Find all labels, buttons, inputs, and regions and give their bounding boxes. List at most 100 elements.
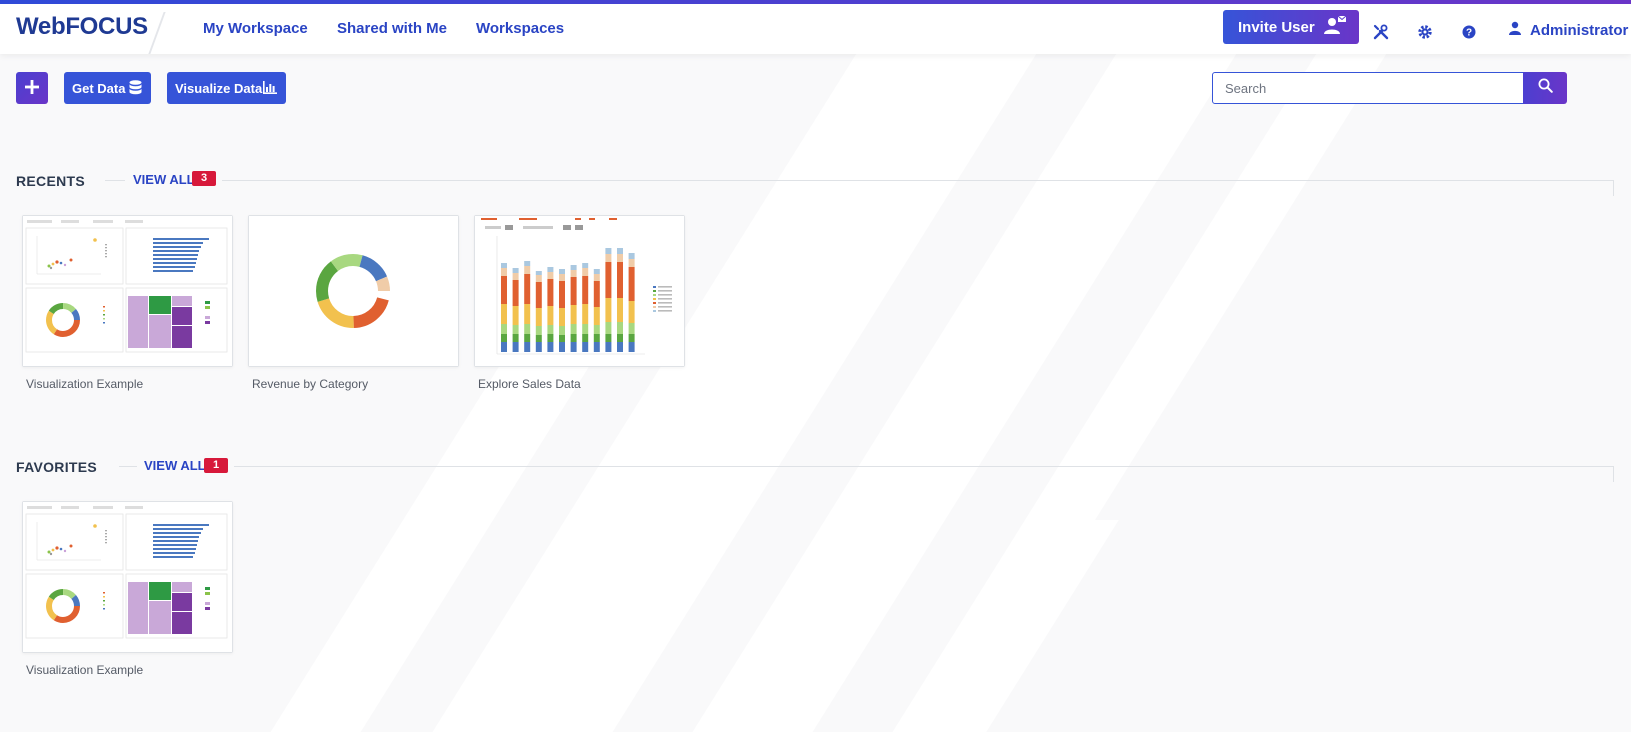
favorites-view-all-link[interactable]: VIEW ALL: [144, 458, 206, 473]
thumbnail-bar-segment: [593, 342, 600, 352]
search-icon: [1538, 78, 1553, 98]
thumbnail-bar-segment: [547, 325, 554, 334]
thumbnail-bar-segment: [535, 282, 542, 308]
thumbnail-bar-segment: [547, 306, 554, 325]
search-input[interactable]: [1212, 72, 1524, 104]
thumbnail-bar-segment: [501, 342, 507, 352]
thumbnail-bar-segment: [593, 269, 600, 274]
thumbnail-bar-segment: [570, 342, 577, 352]
recents-view-all-link[interactable]: VIEW ALL: [133, 172, 195, 187]
thumbnail-bar-segment: [512, 306, 519, 325]
recent-card-label[interactable]: Revenue by Category: [252, 377, 368, 391]
thumbnail-bar-segment: [547, 279, 554, 306]
recent-card-revenue-by-category[interactable]: [248, 215, 459, 367]
user-name: Administrator: [1530, 21, 1629, 39]
thumbnail-bar-segment: [628, 267, 635, 301]
top-accent-bar: [0, 0, 1631, 4]
thumbnail-bar-segment: [501, 324, 507, 334]
favorites-heading: FAVORITES: [16, 459, 98, 475]
thumbnail-bar-segment: [570, 305, 577, 324]
thumbnail-bar-segment: [512, 342, 519, 352]
recents-count-badge: 3: [192, 171, 216, 186]
thumbnail-bar-segment: [617, 248, 623, 254]
thumbnail-bar-segment: [547, 267, 554, 272]
help-icon[interactable]: ?: [1461, 24, 1479, 42]
header: WebFOCUS My Workspace Shared with Me Wor…: [0, 4, 1631, 54]
thumbnail-bar-segment: [582, 268, 589, 276]
thumbnail-bar-segment: [501, 304, 507, 324]
thumbnail-bar-segment: [628, 253, 635, 259]
user-menu[interactable]: Administrator: [1508, 21, 1628, 39]
dashboard-thumbnail: [23, 502, 232, 652]
plus-icon: [25, 79, 39, 97]
search-button[interactable]: [1523, 72, 1567, 104]
favorite-card-visualization-example[interactable]: [22, 501, 233, 653]
visualize-data-button[interactable]: Visualize Data: [167, 72, 286, 104]
nav-workspaces[interactable]: Workspaces: [476, 20, 564, 37]
thumbnail-bar-segment: [501, 276, 507, 304]
thumbnail-bar-segment: [593, 274, 600, 281]
visualize-data-label: Visualize Data: [175, 80, 263, 96]
thumbnail-bar-segment: [559, 335, 565, 342]
recent-card-explore-sales-data[interactable]: [474, 215, 685, 367]
database-icon: [129, 80, 142, 98]
thumbnail-bar-segment: [605, 342, 612, 352]
thumbnail-bar-segment: [617, 298, 623, 322]
thumbnail-bar-segment: [617, 322, 623, 334]
favorites-rule: [234, 466, 1614, 467]
thumbnail-bar-segment: [570, 270, 577, 277]
dashboard-thumbnail: [23, 216, 232, 366]
thumbnail-bar-segment: [582, 342, 589, 352]
thumbnail-bar-segment: [535, 326, 542, 335]
thumbnail-bar-segment: [559, 308, 565, 326]
search-box: [1212, 72, 1567, 104]
thumbnail-bar-segment: [512, 280, 519, 306]
thumbnail-bar-segment: [512, 273, 519, 280]
thumbnail-bar-segment: [559, 281, 565, 308]
thumbnail-bar-segment: [535, 271, 542, 275]
gear-icon[interactable]: [1417, 24, 1435, 42]
thumbnail-bar-segment: [617, 254, 623, 262]
thumbnail-bar-segment: [605, 334, 612, 342]
thumbnail-bar-segment: [559, 326, 565, 335]
bar-chart-icon: [263, 81, 277, 97]
get-data-button[interactable]: Get Data: [64, 72, 151, 104]
thumbnail-bar-segment: [628, 259, 635, 267]
thumbnail-bar-segment: [617, 342, 623, 352]
thumbnail-bar-segment: [524, 261, 531, 266]
svg-text:?: ?: [1466, 28, 1472, 39]
thumbnail-bar-segment: [582, 304, 589, 324]
logo-divider: [148, 12, 166, 54]
recents-rule-left: [105, 180, 125, 181]
thumbnail-bar-segment: [559, 269, 565, 274]
create-new-button[interactable]: [16, 72, 48, 104]
thumbnail-bar-segment: [535, 342, 542, 352]
invite-user-button[interactable]: Invite User: [1223, 10, 1359, 44]
thumbnail-bar-segment: [628, 334, 635, 342]
user-icon: [1508, 21, 1522, 39]
thumbnail-bar-segment: [593, 325, 600, 334]
thumbnail-bar-segment: [617, 262, 623, 298]
favorites-rule-end: [1613, 466, 1614, 482]
favorites-rule-left: [119, 466, 137, 467]
app-logo[interactable]: WebFOCUS: [16, 13, 148, 41]
thumbnail-bar-segment: [605, 262, 612, 298]
favorite-card-label[interactable]: Visualization Example: [26, 663, 143, 677]
thumbnail-bar-segment: [547, 272, 554, 279]
thumbnail-bar-segment: [582, 324, 589, 334]
recent-card-visualization-example[interactable]: [22, 215, 233, 367]
nav-shared-with-me[interactable]: Shared with Me: [337, 20, 447, 37]
thumbnail-bar-segment: [524, 274, 531, 304]
tools-icon[interactable]: [1373, 24, 1391, 42]
thumbnail-bar-segment: [605, 322, 612, 334]
nav-my-workspace[interactable]: My Workspace: [203, 20, 308, 37]
thumbnail-bar-segment: [628, 323, 635, 334]
recent-card-label[interactable]: Visualization Example: [26, 377, 143, 391]
thumbnail-bar-segment: [570, 265, 577, 270]
thumbnail-bar-segment: [512, 268, 519, 273]
thumbnail-bar-segment: [582, 334, 589, 342]
recents-rule: [222, 180, 1614, 181]
thumbnail-bar-segment: [593, 281, 600, 307]
recent-card-label[interactable]: Explore Sales Data: [478, 377, 581, 391]
thumbnail-bar-segment: [570, 334, 577, 342]
